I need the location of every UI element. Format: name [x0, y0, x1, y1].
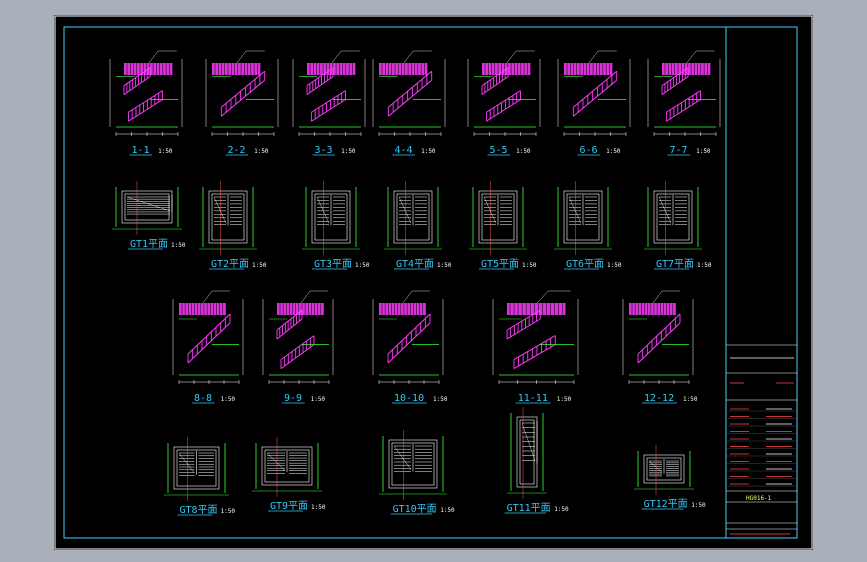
section-row3-drawing-2: 10-10 1:50	[372, 290, 448, 404]
plan-row2-drawing-0: GT1平面 1:50	[112, 181, 186, 250]
plan-row2-drawing-1: GT2平面 1:50	[199, 181, 267, 270]
plan-row2-drawing-6: GT7平面 1:50	[644, 181, 712, 270]
plan-row4-drawing-0: GT8平面 1:50	[164, 437, 235, 516]
section-row1-scale-4: 1:50	[516, 148, 531, 155]
section-row1-drawing-2: 3-3 1:50	[292, 50, 366, 156]
section-row3-label-4: 12-12	[644, 393, 674, 404]
plan-row2-scale-0: 1:50	[171, 242, 186, 249]
section-row1-drawing-1: 2-2 1:50	[205, 50, 279, 156]
plan-row2-label-2: GT3平面	[314, 259, 352, 270]
plan-row2-drawing-2: GT3平面 1:50	[302, 181, 370, 270]
section-row3-scale-0: 1:50	[221, 396, 236, 403]
drawing-sheet: 1-1 1:50 2-2 1:50 3-3 1:50 4-4 1:50 5-5 1:50 6-6 1:…	[54, 15, 813, 550]
plan-row2-scale-3: 1:50	[437, 262, 452, 269]
sheet-border	[54, 15, 813, 550]
section-row3-scale-3: 1:50	[557, 396, 572, 403]
plan-row4-label-3: GT11平面	[507, 503, 551, 514]
section-row3-scale-2: 1:50	[433, 396, 448, 403]
section-row1-label-6: 7-7	[670, 145, 688, 156]
section-row1-label-0: 1-1	[132, 145, 150, 156]
section-row3-scale-4: 1:50	[683, 396, 698, 403]
plan-row4-scale-4: 1:50	[691, 502, 706, 509]
section-row1-scale-1: 1:50	[254, 148, 269, 155]
section-row1-label-4: 5-5	[490, 145, 508, 156]
plan-row2-drawing-5: GT6平面 1:50	[554, 181, 622, 270]
section-row3-label-0: 8-8	[194, 393, 212, 404]
plan-row4-scale-2: 1:50	[440, 507, 455, 514]
section-row1-scale-2: 1:50	[341, 148, 356, 155]
section-row3-landing-2	[379, 303, 426, 315]
section-row1-label-5: 6-6	[580, 145, 598, 156]
section-row3-drawing-1: 9-9 1:50	[262, 290, 334, 404]
plan-row2-scale-2: 1:50	[355, 262, 370, 269]
drawing-group: 1-1 1:50 2-2 1:50 3-3 1:50 4-4 1:50 5-5 1:50 6-6 1:…	[109, 50, 721, 516]
section-row1-label-1: 2-2	[228, 145, 246, 156]
plan-row4-label-0: GT8平面	[180, 505, 218, 516]
drawing-number: HG016-1	[746, 495, 772, 502]
plan-row4-drawing-4: GT12平面 1:50	[634, 445, 706, 510]
plan-row4-label-4: GT12平面	[644, 499, 688, 510]
plan-row4-scale-3: 1:50	[554, 506, 569, 513]
section-row1-landing-3	[379, 63, 428, 75]
section-row1-scale-6: 1:50	[696, 148, 711, 155]
section-row1-drawing-5: 6-6 1:50	[557, 50, 631, 156]
plan-row4-scale-1: 1:50	[311, 504, 326, 511]
section-row1-drawing-0: 1-1 1:50	[109, 50, 183, 156]
section-row3-drawing-4: 12-12 1:50	[622, 290, 698, 404]
plan-row4-label-1: GT9平面	[270, 501, 308, 512]
title-block: HG016-1	[726, 344, 797, 535]
plan-row2-label-3: GT4平面	[396, 259, 434, 270]
section-row1-drawing-3: 4-4 1:50	[372, 50, 446, 156]
plan-row2-drawing-3: GT4平面 1:50	[384, 181, 452, 270]
section-row3-label-1: 9-9	[284, 393, 302, 404]
section-row3-drawing-3: 11-11 1:50	[492, 290, 579, 404]
plan-row4-drawing-1: GT9平面 1:50	[252, 437, 326, 512]
plan-row2-scale-1: 1:50	[252, 262, 267, 269]
section-row1-landing-5	[564, 63, 613, 75]
section-row3-landing-1	[277, 303, 324, 315]
plan-row2-label-0: GT1平面	[130, 239, 168, 250]
section-row1-label-3: 4-4	[395, 145, 413, 156]
section-row1-landing-1	[212, 63, 261, 75]
section-row3-label-3: 11-11	[518, 393, 548, 404]
section-row3-drawing-0: 8-8 1:50	[172, 290, 244, 404]
plan-row2-scale-6: 1:50	[697, 262, 712, 269]
plan-row4-scale-0: 1:50	[221, 508, 236, 515]
plan-row4-drawing-2: GT10平面 1:50	[379, 430, 455, 515]
plan-row2-label-4: GT5平面	[481, 259, 519, 270]
section-row1-label-2: 3-3	[315, 145, 333, 156]
section-row3-label-2: 10-10	[394, 393, 424, 404]
section-row1-scale-3: 1:50	[421, 148, 436, 155]
section-row1-scale-5: 1:50	[606, 148, 621, 155]
section-row1-drawing-4: 5-5 1:50	[467, 50, 541, 156]
section-row3-landing-4	[629, 303, 676, 315]
plan-row2-scale-5: 1:50	[607, 262, 622, 269]
section-row3-scale-1: 1:50	[311, 396, 326, 403]
cad-canvas: 1-1 1:50 2-2 1:50 3-3 1:50 4-4 1:50 5-5 1:50 6-6 1:…	[54, 15, 813, 550]
section-row1-scale-0: 1:50	[158, 148, 173, 155]
plan-row4-drawing-3: GT11平面 1:50	[504, 407, 569, 514]
section-row3-landing-0	[179, 303, 226, 315]
section-row1-drawing-6: 7-7 1:50	[647, 50, 721, 156]
plan-row2-scale-4: 1:50	[522, 262, 537, 269]
plan-row2-label-5: GT6平面	[566, 259, 604, 270]
plan-row2-label-1: GT2平面	[211, 259, 249, 270]
plan-row2-drawing-4: GT5平面 1:50	[469, 181, 537, 270]
plan-row2-label-6: GT7平面	[656, 259, 694, 270]
plan-row4-label-2: GT10平面	[393, 504, 437, 515]
